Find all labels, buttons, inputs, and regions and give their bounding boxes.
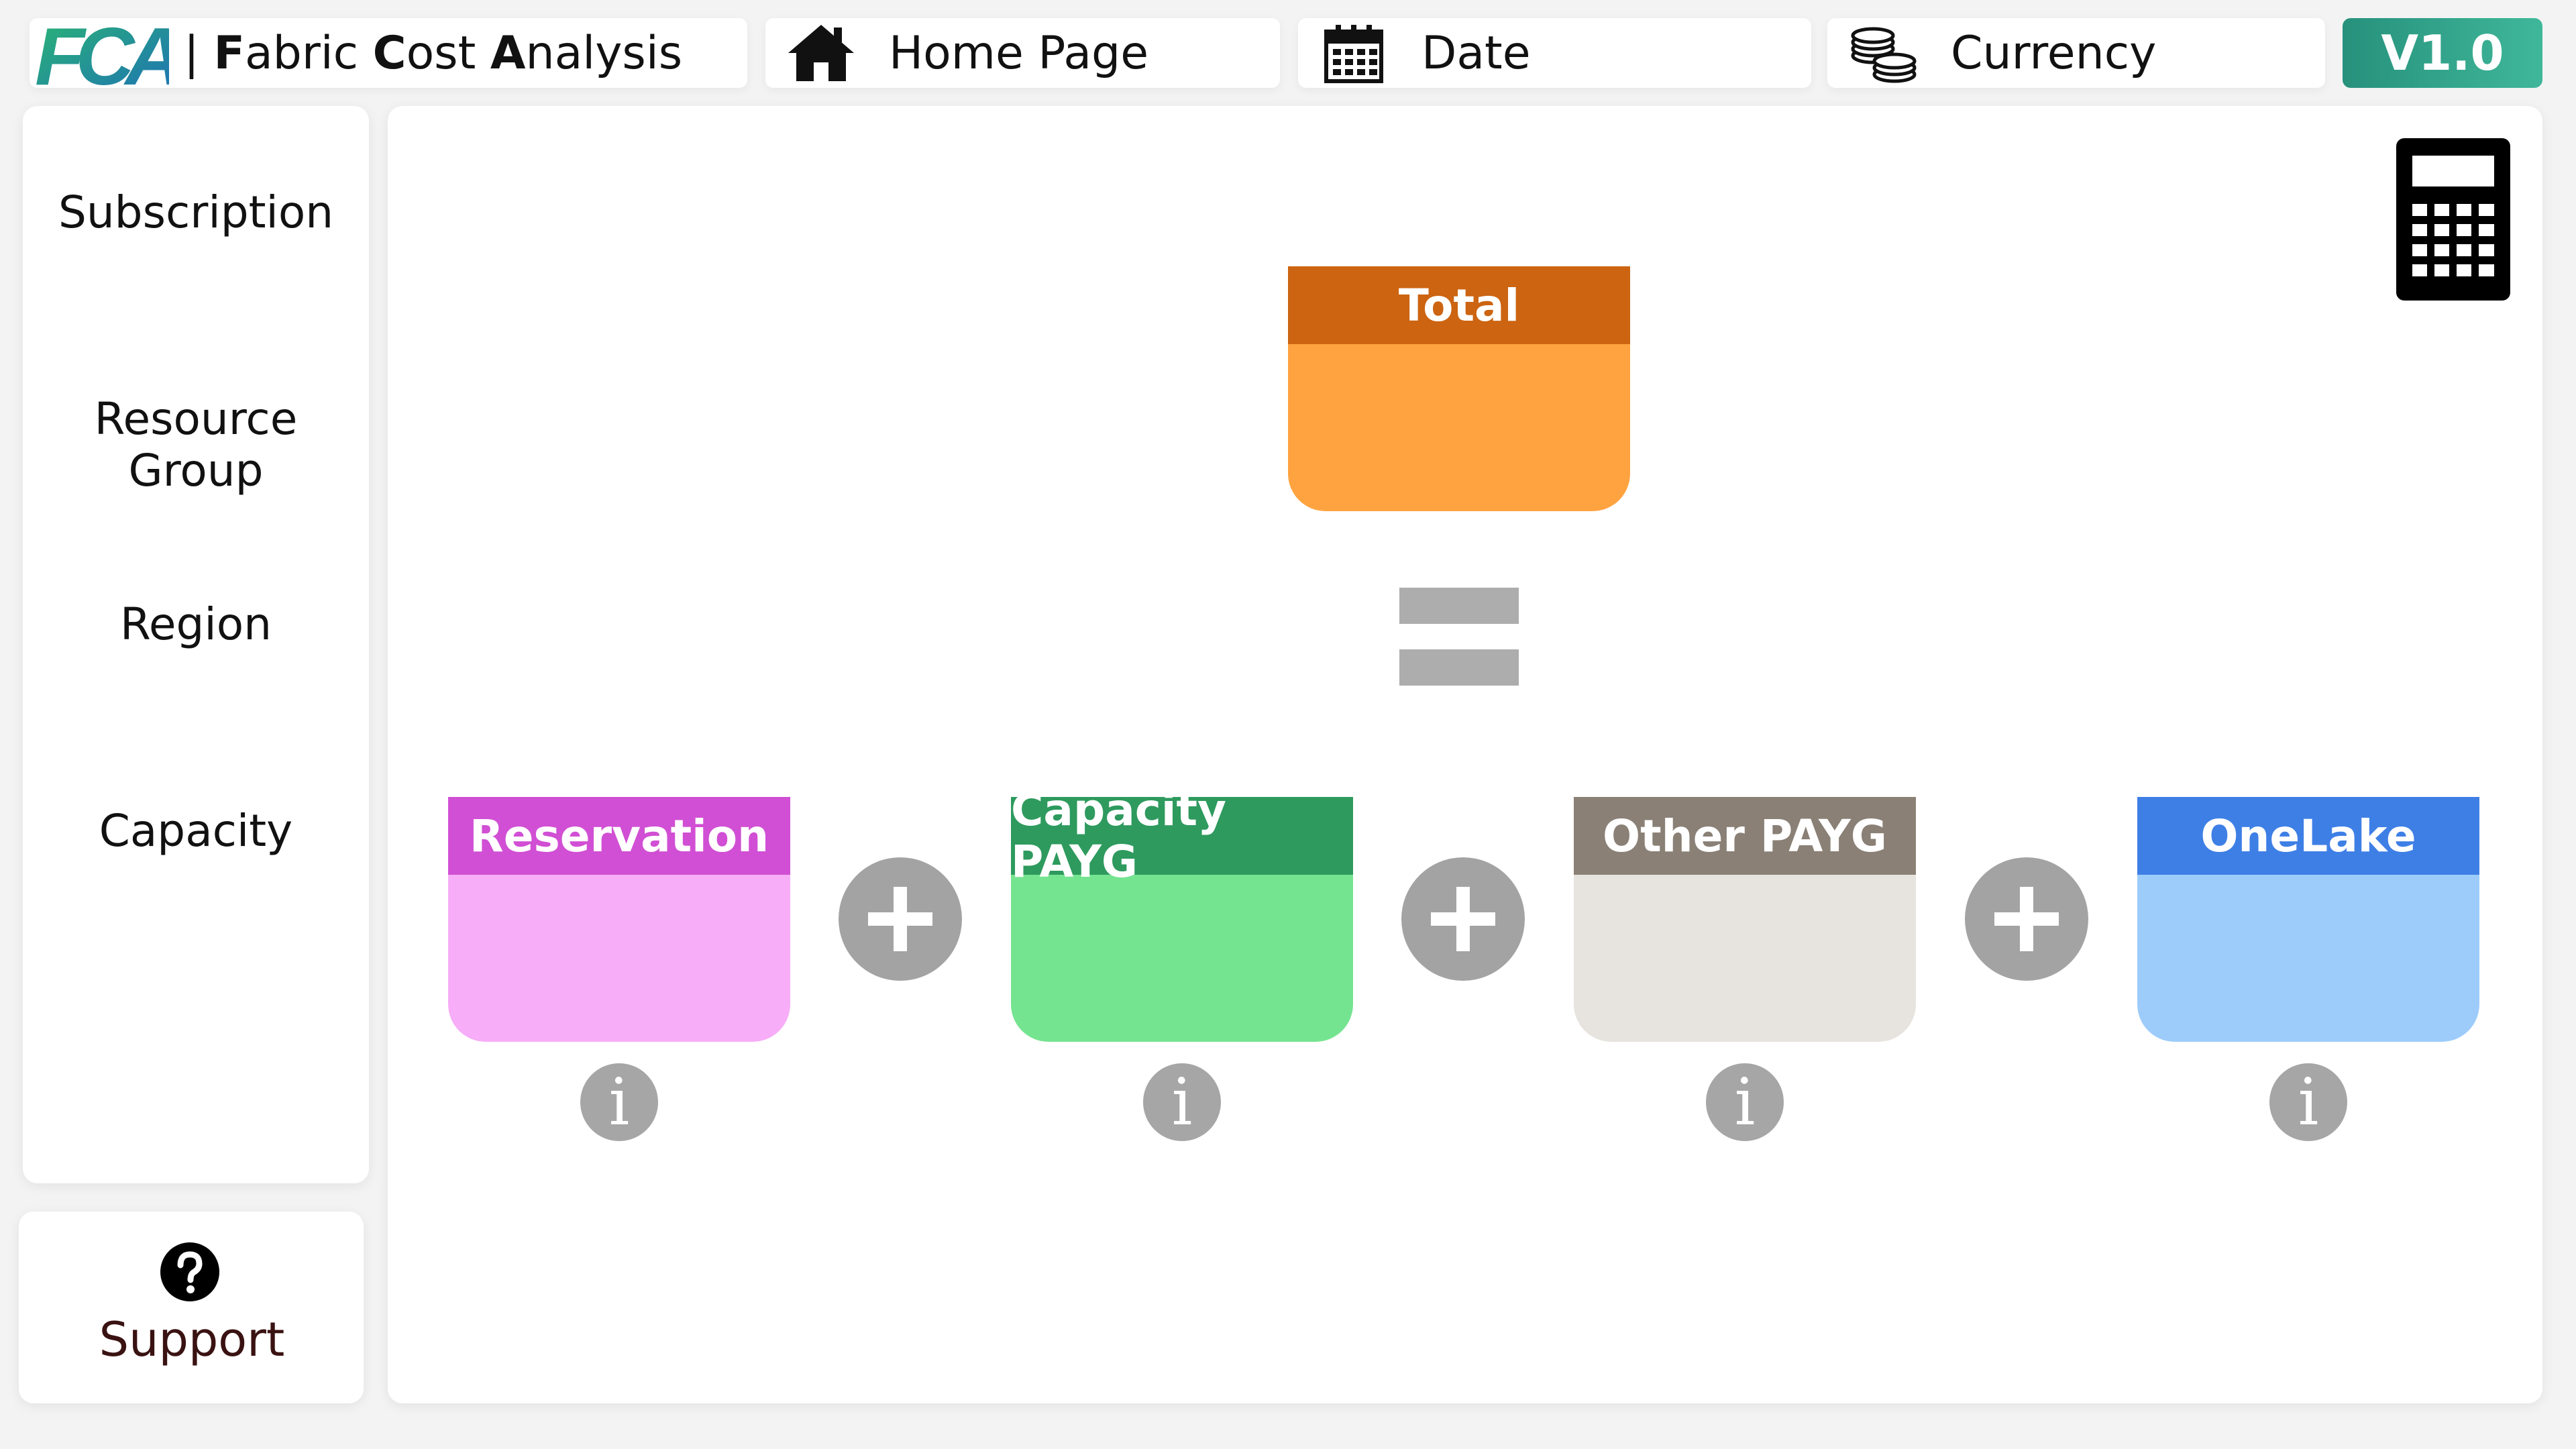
title-part-2: Cost — [372, 26, 490, 80]
capacity-payg-card[interactable]: Capacity PAYG — [1011, 784, 1353, 1042]
home-page-button[interactable]: Home Page — [765, 18, 1280, 88]
coins-icon — [1851, 27, 1917, 83]
other-payg-card-value — [1574, 875, 1916, 1042]
other-payg-card-header: Other PAYG — [1574, 797, 1916, 875]
date-label: Date — [1421, 26, 1531, 80]
date-button[interactable]: Date — [1298, 18, 1811, 88]
onelake-card-header: OneLake — [2137, 797, 2479, 875]
sidebar-item-resource-group[interactable]: Resource Group — [23, 393, 369, 496]
onelake-card-value — [2137, 875, 2479, 1042]
app-title: | Fabric Cost Analysis — [184, 27, 682, 80]
onelake-card[interactable]: OneLake — [2137, 797, 2479, 1042]
plus-icon — [839, 857, 962, 981]
home-page-label: Home Page — [889, 26, 1149, 80]
fca-logo: FCA — [35, 12, 169, 94]
other-payg-info-icon[interactable]: i — [1706, 1063, 1784, 1141]
total-card[interactable]: Total — [1288, 266, 1630, 511]
currency-label: Currency — [1951, 26, 2157, 80]
page: FCA | Fabric Cost Analysis Home Page Dat… — [0, 0, 2576, 1449]
title-part-1: Fabric — [213, 26, 373, 80]
capacity-payg-info-icon[interactable]: i — [1143, 1063, 1221, 1141]
total-card-value — [1288, 344, 1630, 511]
sidebar-item-subscription[interactable]: Subscription — [23, 186, 369, 238]
reservation-card[interactable]: Reservation — [448, 797, 790, 1042]
currency-button[interactable]: Currency — [1827, 18, 2325, 88]
plus-icon — [1965, 857, 2088, 981]
help-icon — [160, 1242, 219, 1301]
title-separator: | — [184, 26, 214, 80]
logo-text: FCA — [35, 12, 169, 94]
capacity-payg-card-value — [1011, 875, 1353, 1042]
reservation-card-header: Reservation — [448, 797, 790, 875]
sidebar-filters: Subscription Resource Group Region Capac… — [23, 106, 369, 1183]
equals-icon-bar-bottom — [1399, 649, 1519, 686]
equals-icon-bar-top — [1399, 588, 1519, 624]
calendar-icon — [1324, 25, 1383, 83]
onelake-info-icon[interactable]: i — [2269, 1063, 2347, 1141]
total-card-header: Total — [1288, 266, 1630, 344]
calculator-icon[interactable] — [2396, 138, 2510, 301]
reservation-card-value — [448, 875, 790, 1042]
other-payg-card[interactable]: Other PAYG — [1574, 797, 1916, 1042]
support-button[interactable]: Support — [19, 1212, 364, 1403]
version-badge: V1.0 — [2343, 18, 2542, 88]
support-label: Support — [99, 1312, 285, 1367]
title-part-3: Analysis — [490, 26, 683, 80]
plus-icon — [1401, 857, 1525, 981]
reservation-info-icon[interactable]: i — [580, 1063, 658, 1141]
sidebar-item-region[interactable]: Region — [23, 598, 369, 650]
home-icon — [788, 25, 854, 81]
sidebar-item-capacity[interactable]: Capacity — [23, 805, 369, 857]
brand-header: FCA | Fabric Cost Analysis — [30, 12, 747, 94]
capacity-payg-card-header: Capacity PAYG — [1011, 784, 1353, 888]
